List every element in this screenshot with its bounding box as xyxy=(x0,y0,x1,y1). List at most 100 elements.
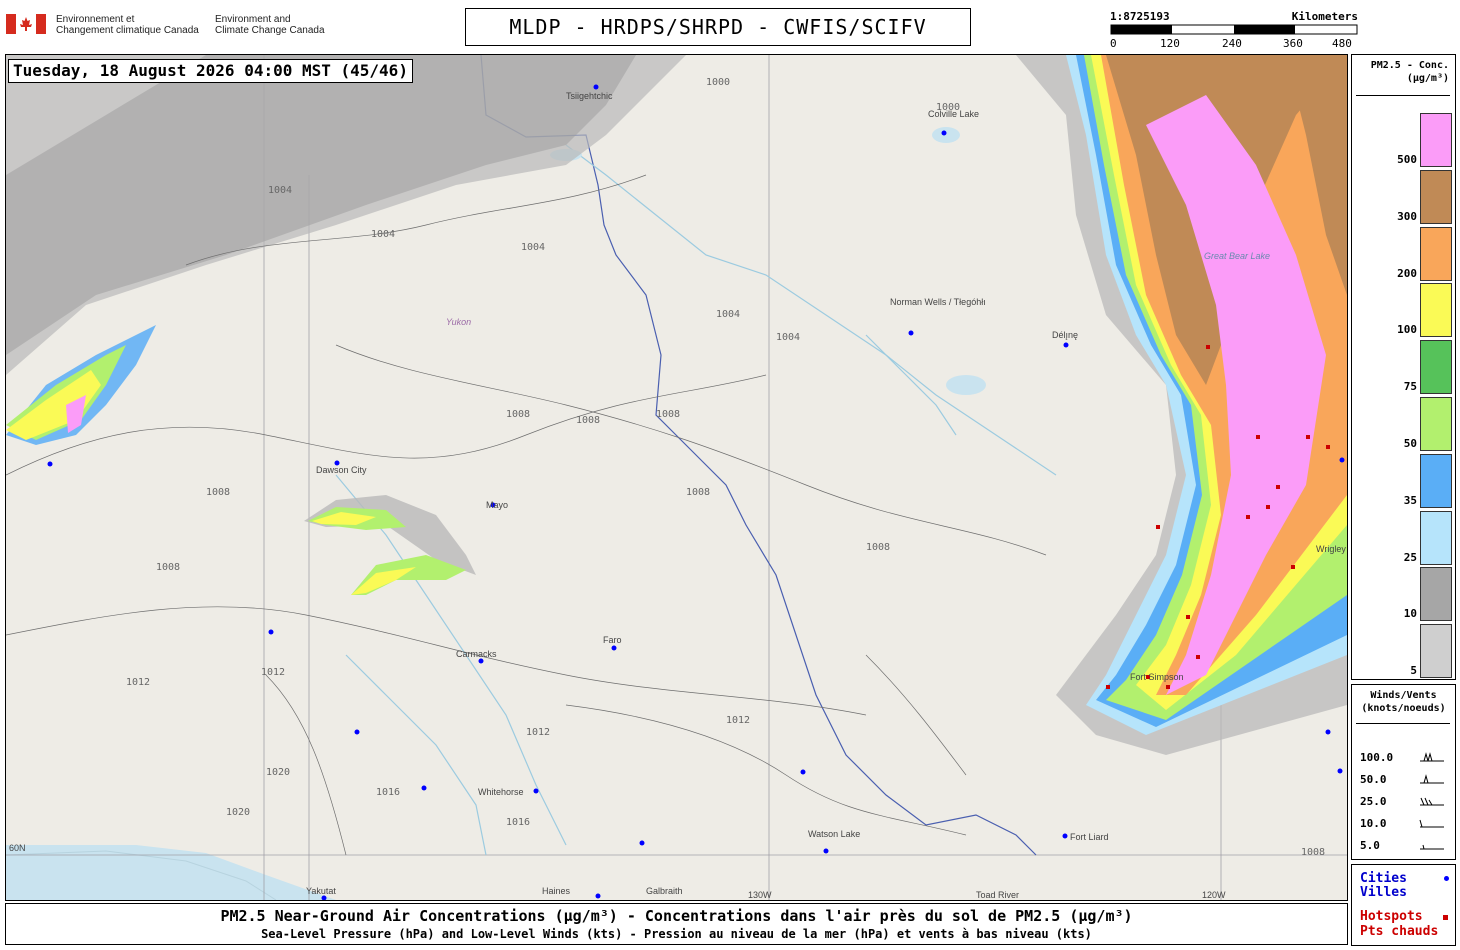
svg-text:1004: 1004 xyxy=(268,185,292,196)
pm25-swatch xyxy=(1420,283,1452,338)
svg-text:1008: 1008 xyxy=(866,542,890,553)
wind-legend-title: Winds/Vents (knots/noeuds) xyxy=(1361,690,1446,714)
svg-text:1000: 1000 xyxy=(706,77,730,88)
cities-label-fr: Villes xyxy=(1360,885,1407,900)
pm25-swatch xyxy=(1420,397,1452,451)
svg-text:Tsiigehtchic: Tsiigehtchic xyxy=(566,91,613,101)
cities-label-en: Cities xyxy=(1360,871,1407,886)
svg-text:1016: 1016 xyxy=(376,787,400,798)
svg-text:1008: 1008 xyxy=(656,409,680,420)
svg-text:1012: 1012 xyxy=(261,667,285,678)
pm25-level-label: 200 xyxy=(1397,266,1417,280)
pm25-level-label: 10 xyxy=(1403,607,1417,621)
scale-tick: 480 xyxy=(1332,37,1352,50)
pm25-swatch xyxy=(1420,453,1452,508)
scale-tick: 360 xyxy=(1283,37,1303,50)
smoke-plume-east[interactable] xyxy=(1016,55,1347,755)
pm25-swatch xyxy=(1420,624,1452,679)
city-dot-icon xyxy=(1444,876,1449,881)
svg-text:130W: 130W xyxy=(748,890,772,900)
svg-text:1012: 1012 xyxy=(726,715,750,726)
wind-row: 25.0 xyxy=(1360,795,1387,808)
svg-text:1004: 1004 xyxy=(716,309,740,320)
scale-ratio: 1:8725193 xyxy=(1110,10,1170,23)
svg-text:1004: 1004 xyxy=(776,332,800,343)
points-legend: Cities Villes Hotspots Pts chauds xyxy=(1351,864,1456,946)
svg-text:Yakutat: Yakutat xyxy=(306,886,336,896)
pm25-level-label: 500 xyxy=(1397,153,1417,166)
wind-row: 5.0 xyxy=(1360,839,1380,852)
pm25-swatch xyxy=(1420,510,1452,565)
hotspot-square-icon xyxy=(1443,915,1448,920)
pm25-level-label: 5 xyxy=(1410,664,1417,678)
svg-text:1020: 1020 xyxy=(226,807,250,818)
canada-flag-icon xyxy=(6,14,46,34)
wind-row: 100.0 xyxy=(1360,751,1394,764)
svg-text:1012: 1012 xyxy=(526,727,550,738)
pm25-swatch xyxy=(1420,169,1452,224)
hotspots-label-fr: Pts chauds xyxy=(1360,924,1439,939)
svg-text:Fort Simpson: Fort Simpson xyxy=(1130,672,1184,682)
svg-text:120W: 120W xyxy=(1202,890,1226,900)
org-name-fr: Environnement et Changement climatique Ca… xyxy=(56,14,199,36)
wind-legend: Winds/Vents (knots/noeuds) 100.0 50.0 25… xyxy=(1351,684,1456,860)
wind-row: 10.0 xyxy=(1360,817,1387,830)
svg-text:Whitehorse: Whitehorse xyxy=(478,787,524,797)
pm25-level-label: 300 xyxy=(1397,209,1417,223)
caption-line-2: Sea-Level Pressure (hPa) and Low-Level W… xyxy=(261,927,1092,941)
map-layers: 1000 1000 1004 1004 1004 1004 1004 1008 … xyxy=(6,55,1347,900)
scale-tick: 120 xyxy=(1160,37,1180,50)
scale-tick: 240 xyxy=(1222,37,1242,50)
scale-tick: 0 xyxy=(1110,37,1117,50)
pm25-legend: PM2.5 - Conc. (µg/m³) 500 300 200 100 75 50 35… xyxy=(1351,54,1456,680)
pm25-level-label: 25 xyxy=(1403,550,1417,564)
svg-text:1020: 1020 xyxy=(266,767,290,778)
svg-text:Toad River: Toad River xyxy=(976,890,1019,900)
svg-text:1012: 1012 xyxy=(126,677,150,688)
pm25-level-label: 50 xyxy=(1403,437,1417,450)
svg-text:Délı̨nę: Délı̨nę xyxy=(1052,330,1078,340)
product-title: MLDP - HRDPS/SHRPD - CWFIS/SCIFV xyxy=(465,8,971,46)
svg-text:1016: 1016 xyxy=(506,817,530,828)
pm25-swatch xyxy=(1420,113,1452,167)
hotspots-label-en: Hotspots xyxy=(1360,909,1423,924)
svg-text:Haines: Haines xyxy=(542,886,571,896)
svg-text:Norman Wells / Tłegóhłı: Norman Wells / Tłegóhłı xyxy=(890,297,986,307)
eccc-logo-block: Environnement et Changement climatique Ca… xyxy=(6,10,346,44)
wind-barb-icons xyxy=(1419,752,1444,850)
svg-text:1008: 1008 xyxy=(686,487,710,498)
map-caption: PM2.5 Near-Ground Air Concentrations (µg… xyxy=(5,903,1348,945)
pm25-swatch xyxy=(1420,340,1452,395)
svg-text:Wrigley: Wrigley xyxy=(1316,544,1346,554)
caption-line-1: PM2.5 Near-Ground Air Concentrations (µg… xyxy=(220,907,1133,925)
pm25-level-label: 35 xyxy=(1403,493,1417,507)
svg-text:Carmacks: Carmacks xyxy=(456,649,497,659)
svg-text:Galbraith: Galbraith xyxy=(646,886,683,896)
svg-text:Mayo: Mayo xyxy=(486,500,508,510)
svg-text:Dawson City: Dawson City xyxy=(316,465,367,475)
svg-text:1004: 1004 xyxy=(521,242,545,253)
map-canvas[interactable]: 1000 1000 1004 1004 1004 1004 1004 1008 … xyxy=(5,54,1348,901)
svg-text:1008: 1008 xyxy=(506,409,530,420)
svg-text:1008: 1008 xyxy=(156,562,180,573)
svg-text:Colville Lake: Colville Lake xyxy=(928,109,979,119)
svg-text:1008: 1008 xyxy=(1301,847,1325,858)
rivers xyxy=(335,144,1057,856)
pm25-level-label: 75 xyxy=(1403,380,1417,394)
svg-text:Fort Liard: Fort Liard xyxy=(1070,832,1109,842)
territory-border xyxy=(480,55,1037,856)
valid-time-label: Tuesday, 18 August 2026 04:00 MST (45/46… xyxy=(8,59,413,83)
region-label: Yukon xyxy=(446,317,471,327)
scale-bar: 1:8725193 Kilometers 0 120 240 360 480 xyxy=(1110,10,1358,50)
svg-text:Watson Lake: Watson Lake xyxy=(808,829,860,839)
scale-bar-graphic xyxy=(1110,24,1358,35)
wind-row: 50.0 xyxy=(1360,773,1387,786)
pm25-swatch xyxy=(1420,226,1452,281)
svg-text:1004: 1004 xyxy=(371,229,395,240)
org-name-en: Environment and Climate Change Canada xyxy=(215,14,325,36)
svg-text:Faro: Faro xyxy=(603,635,622,645)
pm25-swatch xyxy=(1420,567,1452,622)
pm25-level-label: 100 xyxy=(1397,323,1417,337)
pm25-legend-title: PM2.5 - Conc. (µg/m³) xyxy=(1370,60,1449,84)
svg-text:60N: 60N xyxy=(9,843,26,853)
